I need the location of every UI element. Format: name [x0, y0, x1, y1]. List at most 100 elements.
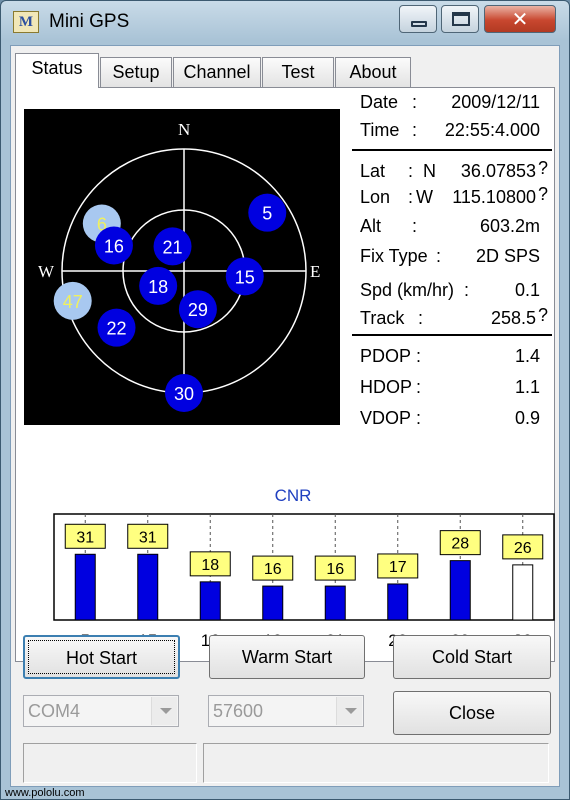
satellite-prn-label: 22 [106, 319, 126, 339]
cnr-bar-30 [512, 564, 534, 621]
satellite-prn-label: 15 [235, 267, 255, 287]
satellite-18: 18 [139, 266, 178, 305]
satellite-prn-label: 21 [163, 237, 183, 257]
cnr-bar-21 [324, 585, 346, 621]
client-area: Status Setup Channel Test About N E W 65… [10, 45, 560, 787]
compass-west-label: W [38, 262, 55, 281]
baud-rate-value: 57600 [213, 701, 264, 721]
satellite-prn-label: 29 [188, 300, 208, 320]
title-bar[interactable]: M Mini GPS ✕ [1, 1, 569, 43]
cnr-value-label: 17 [389, 559, 407, 576]
speed-colon: : [464, 280, 470, 300]
minimize-icon [411, 21, 427, 27]
cnr-bar-16 [199, 581, 221, 621]
compass-east-label: E [310, 262, 320, 281]
speed-value: 0.1 [514, 280, 540, 300]
alt-value: 603.2m [479, 216, 540, 236]
divider-1 [352, 149, 552, 151]
vdop-label: VDOP [360, 408, 412, 428]
maximize-icon [452, 12, 470, 26]
close-button[interactable]: Close [393, 691, 551, 735]
cnr-bar-18 [262, 585, 284, 621]
satellite-prn-label: 47 [63, 292, 83, 312]
fix-type-label: Fix Type [360, 246, 428, 266]
cnr-value-label: 16 [326, 561, 344, 578]
alt-colon: : [412, 216, 418, 236]
cnr-value-label: 18 [201, 557, 219, 574]
hdop-value: 1.1 [514, 377, 540, 397]
satellite-prn-label: 16 [104, 237, 124, 257]
satellite-29: 29 [178, 290, 217, 329]
satellite-30: 30 [165, 374, 203, 412]
divider-2 [352, 334, 552, 336]
tab-channel[interactable]: Channel [173, 57, 261, 87]
chevron-down-icon[interactable] [336, 697, 362, 725]
lat-label: Lat [360, 161, 386, 181]
satellite-prn-label: 18 [148, 277, 168, 297]
tab-about[interactable]: About [335, 57, 411, 87]
cnr-bar-22 [387, 583, 409, 621]
status-pane-right [203, 743, 549, 783]
focus-ring [28, 640, 175, 674]
satellite-5: 5 [248, 193, 287, 232]
status-pane-left [23, 743, 197, 783]
cnr-chart-svg: 3153115181616181621172228292630 [53, 513, 555, 650]
lon-degree-mark: ? [538, 184, 549, 204]
maximize-button[interactable] [441, 5, 479, 33]
track-colon: : [418, 308, 424, 328]
mini-gps-window: M Mini GPS ✕ Status Setup Channel Test A… [0, 0, 570, 800]
sky-plot-svg: N E W 6516 21151829472230 [38, 120, 320, 412]
satellite-prn-label: 5 [262, 204, 272, 224]
lat-value: 36.07853 [460, 161, 536, 181]
vdop-value: 0.9 [514, 408, 540, 428]
lon-hemisphere: W [416, 187, 433, 207]
date-label: Date [360, 92, 399, 112]
lat-hemisphere: N [423, 161, 436, 181]
lon-colon: : [408, 187, 414, 207]
time-label: Time [360, 120, 400, 140]
cnr-value-label: 16 [264, 561, 282, 578]
time-value: 22:55:4.000 [444, 120, 540, 140]
watermark-url: www.pololu.com [5, 787, 85, 799]
tab-setup[interactable]: Setup [100, 57, 172, 87]
hot-start-button[interactable]: Hot Start [23, 635, 180, 679]
status-tab-panel: N E W 6 5 16 21 15 18 29 47 22 30 Date : 2009/12/… [15, 87, 555, 662]
satellite-47: 47 [53, 281, 92, 320]
track-label: Track [360, 308, 405, 328]
chevron-down-icon[interactable] [151, 697, 177, 725]
compass-north-label: N [178, 120, 190, 139]
cnr-bar-29 [449, 560, 471, 621]
com-port-select[interactable]: COM4 [23, 695, 179, 727]
hdop-colon: : [416, 377, 422, 397]
cnr-value-label: 26 [514, 540, 532, 557]
close-icon: ✕ [511, 7, 529, 31]
pdop-label: PDOP [360, 346, 412, 366]
alt-label: Alt [360, 216, 382, 236]
tab-test[interactable]: Test [262, 57, 334, 87]
track-value: 258.5 [490, 308, 536, 328]
pdop-value: 1.4 [514, 346, 540, 366]
cnr-bar-5 [74, 553, 96, 621]
close-window-button[interactable]: ✕ [484, 5, 556, 33]
warm-start-button[interactable]: Warm Start [209, 635, 365, 679]
lat-degree-mark: ? [538, 158, 549, 178]
app-icon: M [13, 11, 39, 33]
speed-label: Spd (km/hr) [360, 280, 455, 300]
satellite-prn-label: 30 [174, 384, 194, 404]
vdop-colon: : [416, 408, 422, 428]
cnr-value-label: 31 [76, 529, 94, 546]
cold-start-button[interactable]: Cold Start [393, 635, 551, 679]
tab-status[interactable]: Status [15, 53, 99, 88]
window-title: Mini GPS [49, 11, 130, 32]
baud-rate-select[interactable]: 57600 [208, 695, 364, 727]
minimize-button[interactable] [399, 5, 437, 33]
satellite-21: 21 [153, 227, 192, 266]
date-colon: : [412, 92, 418, 112]
fix-type-colon: : [436, 246, 442, 266]
cnr-bar-15 [137, 553, 159, 621]
track-degree-mark: ? [538, 305, 549, 325]
lon-value: 115.10800 [452, 187, 536, 207]
hdop-label: HDOP [360, 377, 413, 397]
cnr-value-label: 31 [139, 529, 157, 546]
date-value: 2009/12/11 [451, 92, 540, 112]
